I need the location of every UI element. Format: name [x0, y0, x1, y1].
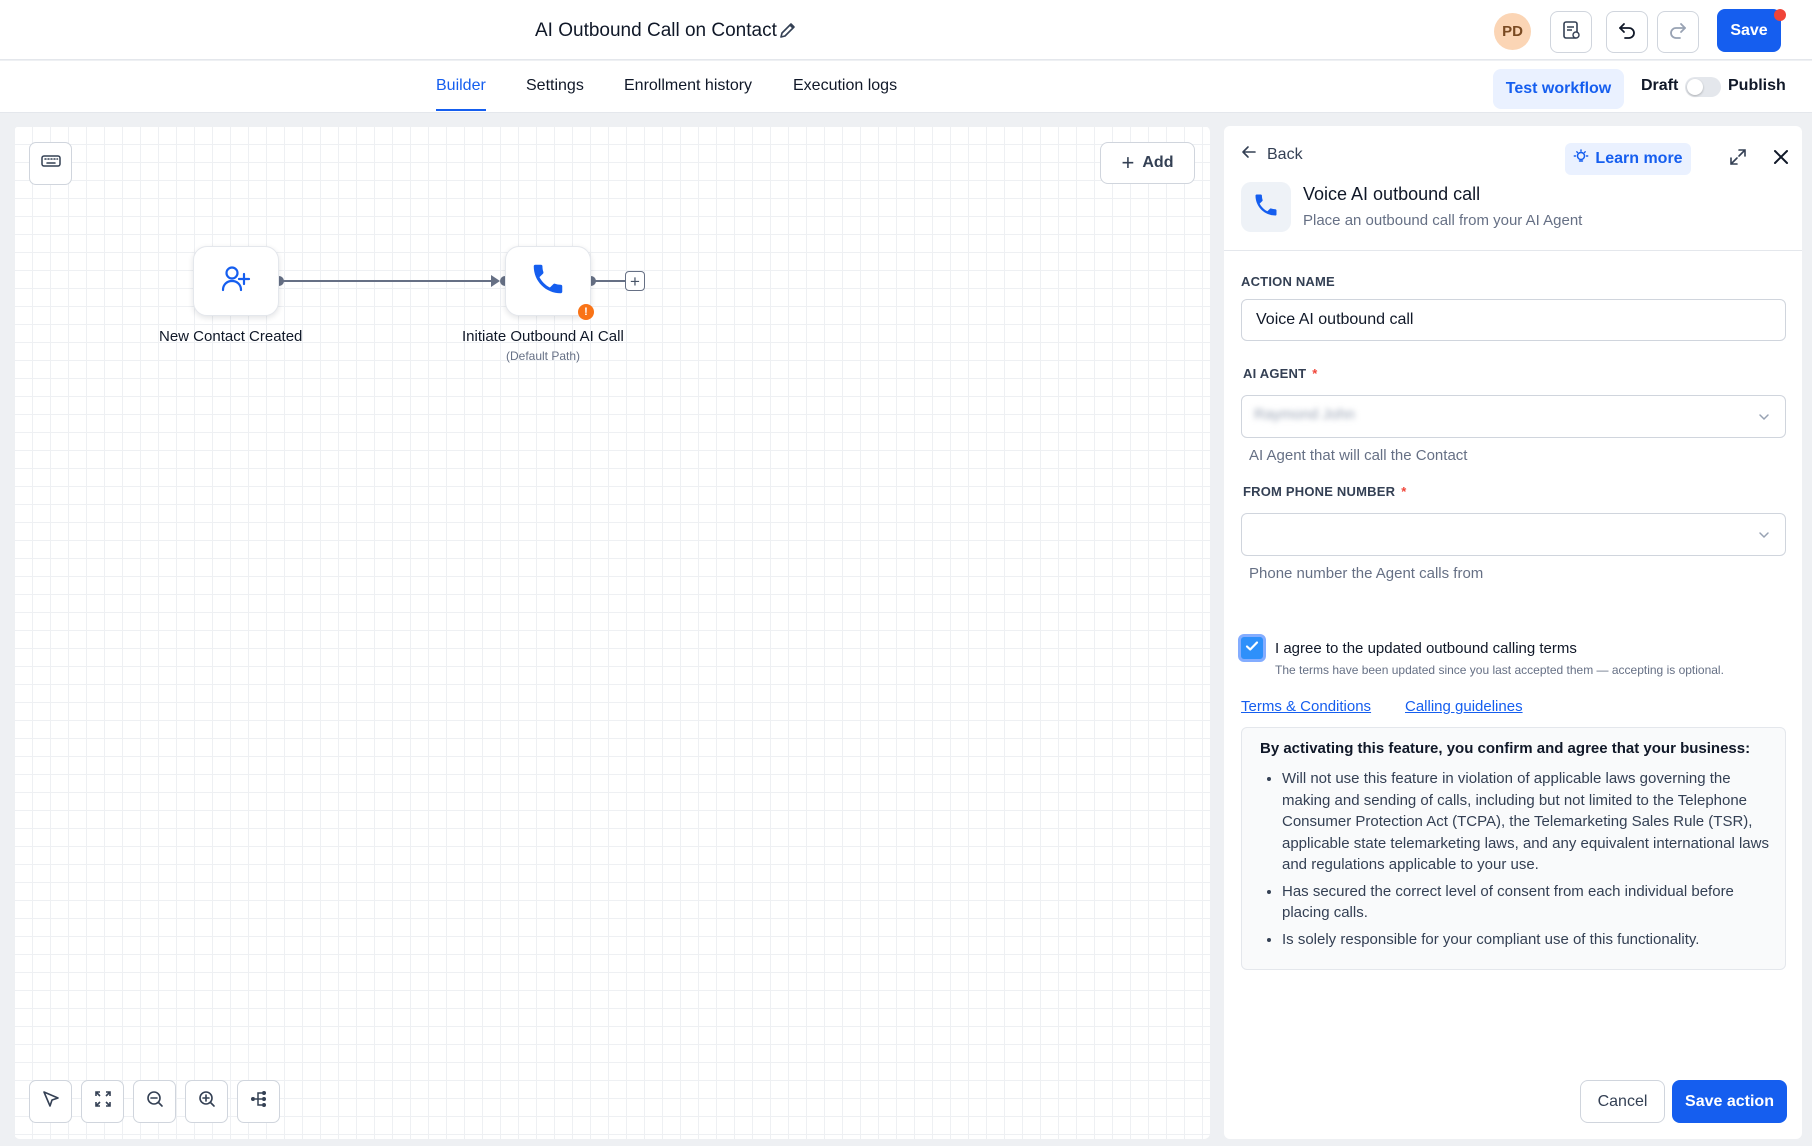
connector-lines: [274, 275, 626, 287]
ai-agent-label: AI AGENT *: [1243, 366, 1318, 381]
cursor-icon: [41, 1089, 61, 1114]
toggle-knob: [1687, 79, 1703, 95]
calling-guidelines-link[interactable]: Calling guidelines: [1405, 698, 1523, 715]
checkmark-icon: [1244, 638, 1260, 659]
close-icon: [1771, 147, 1791, 172]
terms-heading: By activating this feature, you confirm …: [1260, 740, 1751, 757]
terms-item: Is solely responsible for your compliant…: [1282, 929, 1769, 951]
terms-item: Will not use this feature in violation o…: [1282, 768, 1769, 876]
cancel-button[interactable]: Cancel: [1580, 1080, 1665, 1123]
auto-layout-button[interactable]: [237, 1080, 280, 1123]
terms-list: Will not use this feature in violation o…: [1260, 768, 1769, 950]
undo-icon: [1616, 19, 1638, 46]
trigger-node-label: New Contact Created: [159, 328, 303, 345]
action-subtitle: Place an outbound call from your AI Agen…: [1303, 212, 1583, 229]
expand-corners-icon: [93, 1089, 113, 1114]
flow-branch-icon: [249, 1089, 269, 1114]
save-action-button[interactable]: Save action: [1672, 1080, 1787, 1123]
workflow-notes-button[interactable]: [1550, 11, 1592, 53]
terms-box: By activating this feature, you confirm …: [1241, 727, 1786, 970]
action-name-input[interactable]: Voice AI outbound call: [1241, 299, 1786, 341]
add-label: Add: [1142, 154, 1174, 171]
action-config-panel: Back Learn more Voice AI outbound call P…: [1224, 126, 1802, 1139]
zoom-out-icon: [145, 1089, 165, 1114]
draft-label: Draft: [1641, 77, 1679, 94]
top-bar: AI Outbound Call on Contact PD Save: [0, 0, 1812, 60]
expand-arrows-icon: [1728, 147, 1748, 172]
from-phone-label-text: FROM PHONE NUMBER: [1243, 484, 1396, 499]
action-node-sublabel: (Default Path): [506, 349, 581, 363]
action-icon-tile: [1241, 182, 1291, 232]
fit-view-button[interactable]: [81, 1080, 124, 1123]
plus-icon: +: [1121, 150, 1135, 175]
chevron-down-icon: [1755, 526, 1773, 544]
close-panel-button[interactable]: [1769, 147, 1793, 171]
expand-panel-button[interactable]: [1726, 147, 1750, 171]
user-avatar[interactable]: PD: [1494, 13, 1531, 50]
lightbulb-icon: [1573, 148, 1589, 170]
add-step-plus-button[interactable]: +: [625, 271, 645, 291]
plus-square-icon: +: [630, 271, 640, 291]
action-node-label: Initiate Outbound AI Call: [462, 328, 624, 345]
unsaved-indicator: [1774, 9, 1786, 21]
phone-icon: [1252, 191, 1280, 224]
action-node[interactable]: [505, 246, 591, 316]
pencil-edit-icon[interactable]: [778, 20, 798, 40]
trigger-node[interactable]: [193, 246, 279, 316]
publish-toggle[interactable]: [1685, 77, 1721, 97]
ai-agent-help: AI Agent that will call the Contact: [1249, 447, 1468, 464]
workflow-canvas[interactable]: + Add + New Contact Created ! Initiate O…: [14, 126, 1210, 1139]
learn-more-button[interactable]: Learn more: [1565, 143, 1691, 175]
redo-button[interactable]: [1657, 11, 1699, 53]
learn-more-label: Learn more: [1595, 150, 1683, 167]
clipboard-icon: [1560, 19, 1582, 46]
tab-enrollment-history[interactable]: Enrollment history: [624, 77, 752, 109]
ai-agent-label-text: AI AGENT: [1243, 366, 1307, 381]
from-phone-select[interactable]: [1241, 513, 1786, 556]
from-phone-help: Phone number the Agent calls from: [1249, 565, 1484, 582]
zoom-in-button[interactable]: [185, 1080, 228, 1123]
undo-button[interactable]: [1606, 11, 1648, 53]
back-button[interactable]: Back: [1241, 144, 1303, 165]
chevron-down-icon: [1755, 408, 1773, 426]
ai-agent-select[interactable]: Raymond John: [1241, 395, 1786, 438]
publish-label: Publish: [1728, 77, 1786, 94]
zoom-in-icon: [197, 1089, 217, 1114]
agree-terms-note: The terms have been updated since you la…: [1275, 663, 1724, 677]
back-label: Back: [1267, 145, 1303, 163]
tab-settings[interactable]: Settings: [526, 77, 584, 109]
agree-terms-label[interactable]: I agree to the updated outbound calling …: [1275, 640, 1577, 657]
panel-divider: [1224, 250, 1802, 251]
zoom-out-button[interactable]: [133, 1080, 176, 1123]
save-button[interactable]: Save: [1717, 9, 1781, 52]
action-name-label: ACTION NAME: [1241, 274, 1335, 289]
add-node-button[interactable]: + Add: [1100, 142, 1195, 184]
user-plus-icon: [220, 263, 252, 300]
warning-badge-icon: !: [578, 304, 594, 320]
select-tool-button[interactable]: [29, 1080, 72, 1123]
tab-execution-logs[interactable]: Execution logs: [793, 77, 897, 109]
tab-bar: Builder Settings Enrollment history Exec…: [0, 61, 1812, 113]
phone-icon: [529, 260, 567, 303]
from-phone-label: FROM PHONE NUMBER *: [1243, 484, 1406, 499]
ai-agent-value: Raymond John: [1254, 406, 1355, 423]
terms-conditions-link[interactable]: Terms & Conditions: [1241, 698, 1371, 715]
required-asterisk: *: [1312, 366, 1318, 381]
required-asterisk: *: [1401, 484, 1407, 499]
tab-builder[interactable]: Builder: [436, 77, 486, 111]
agree-terms-checkbox[interactable]: [1238, 634, 1266, 662]
arrow-left-icon: [1241, 144, 1257, 165]
action-title: Voice AI outbound call: [1303, 184, 1481, 204]
redo-icon: [1667, 19, 1689, 46]
workflow-title: AI Outbound Call on Contact: [535, 20, 777, 41]
test-workflow-button[interactable]: Test workflow: [1493, 69, 1624, 109]
terms-item: Has secured the correct level of consent…: [1282, 881, 1769, 924]
